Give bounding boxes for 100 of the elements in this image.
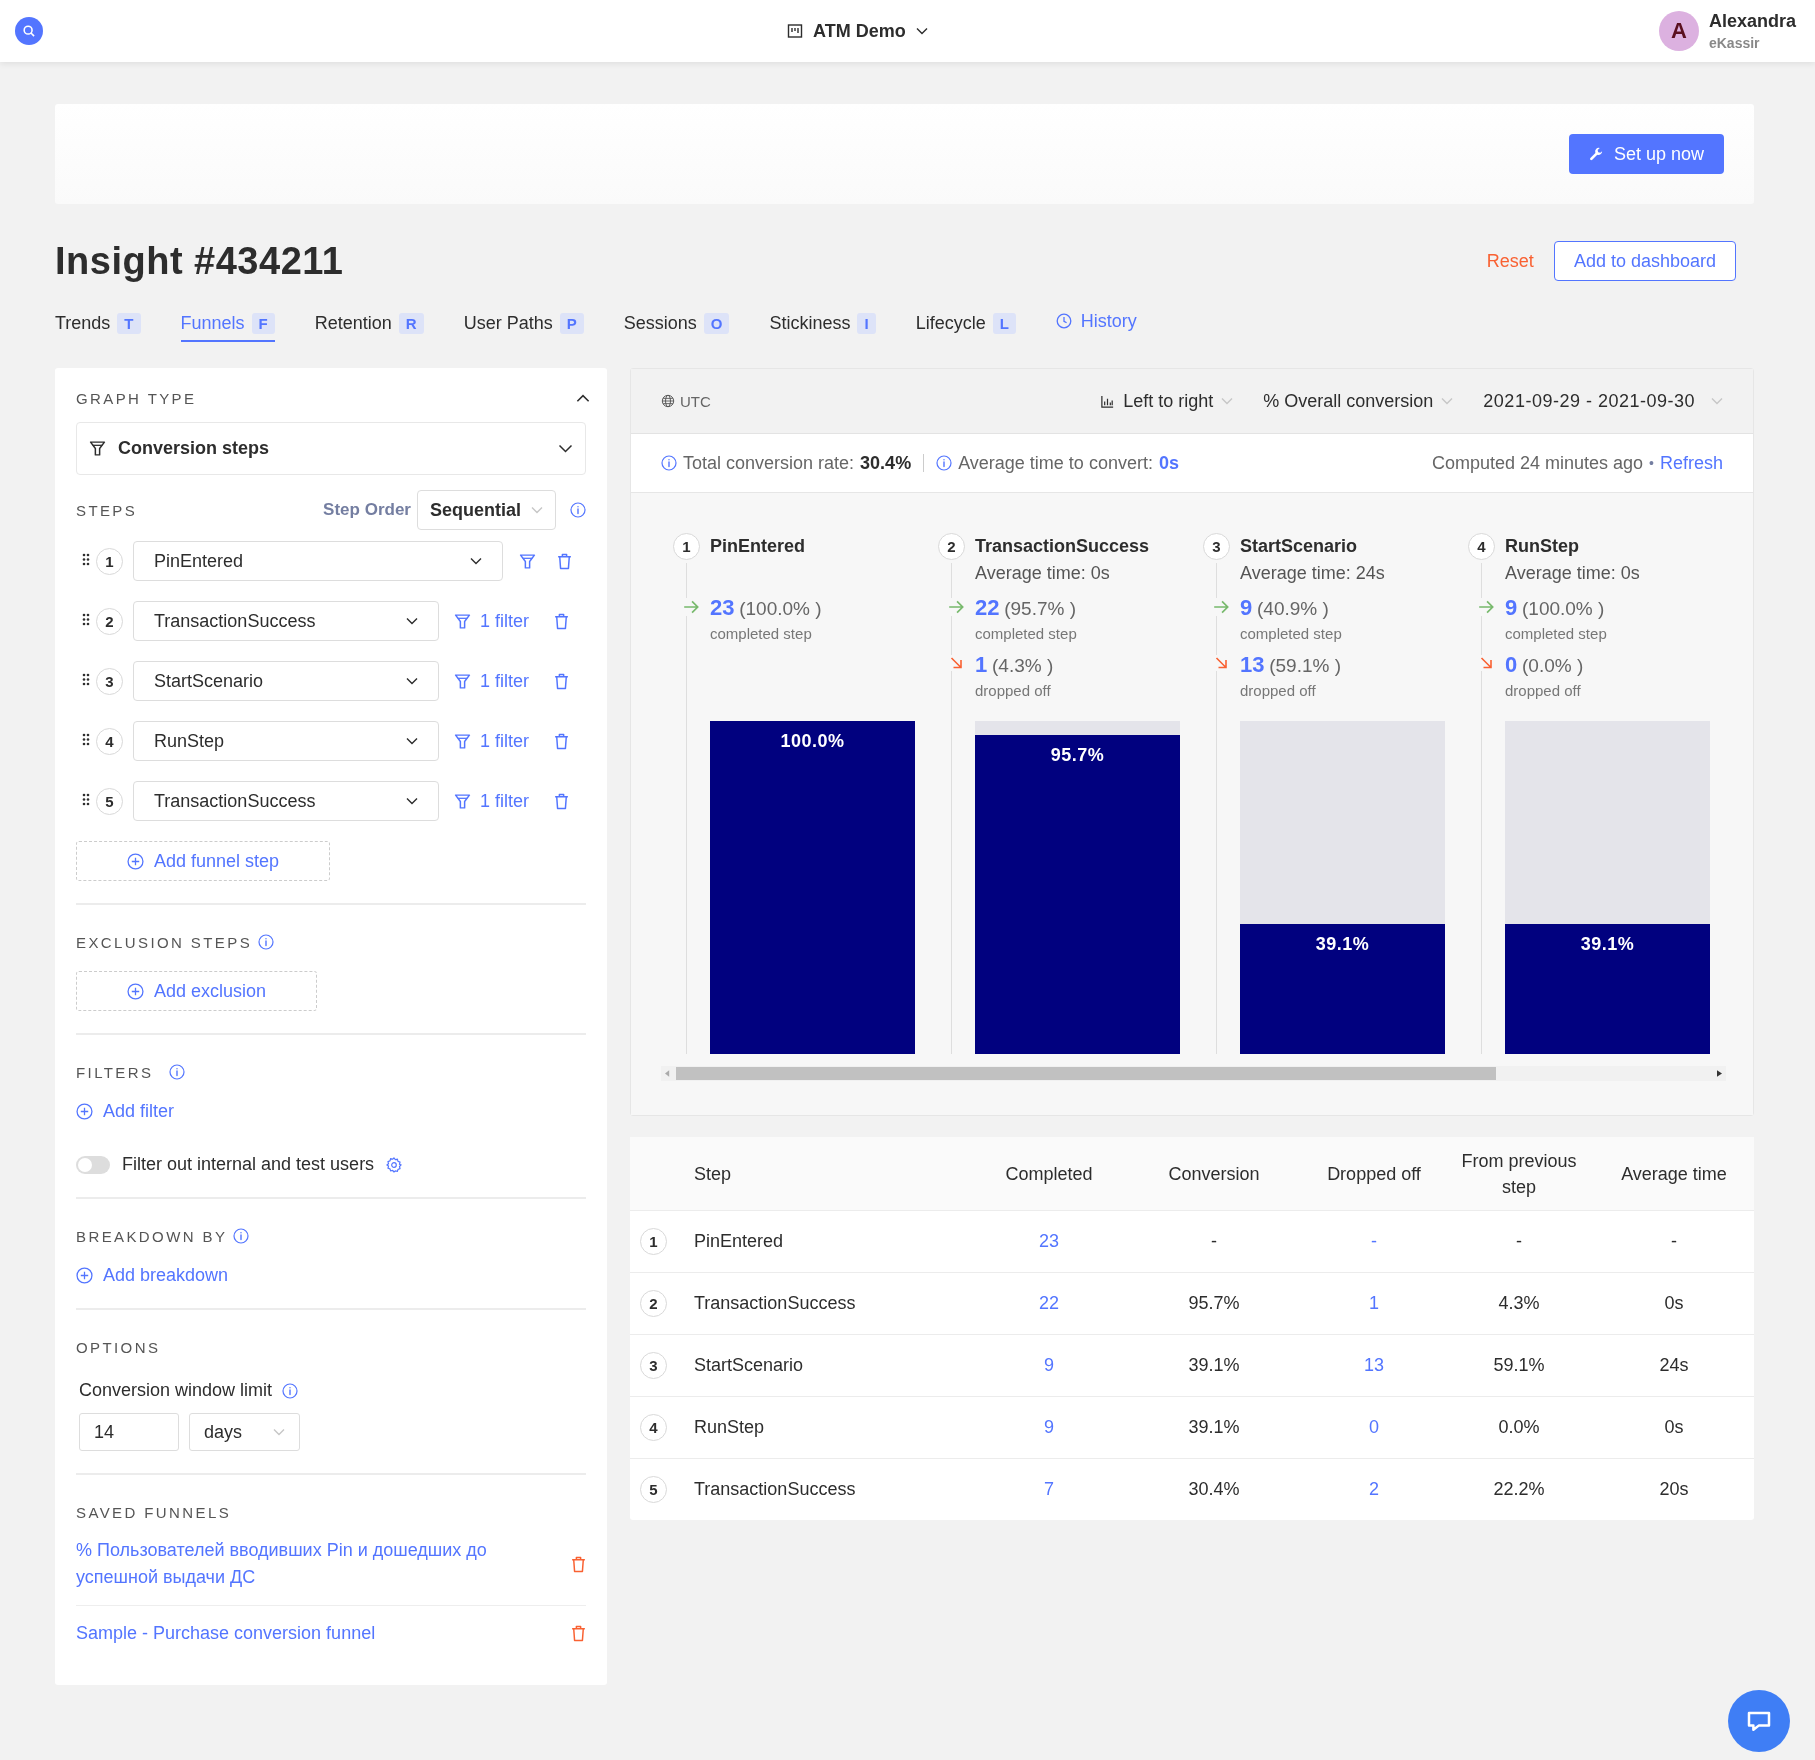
add-filter-link[interactable]: Add filter [76,1101,175,1122]
trash-icon[interactable] [557,552,572,570]
tab[interactable]: Retention R [314,306,424,342]
window-limit-input[interactable]: 14 [79,1413,179,1451]
tab[interactable]: Lifecycle L [915,306,1016,342]
window-unit-select[interactable]: days [189,1413,300,1451]
column-header: From previous step [1460,1149,1578,1199]
toggle-switch[interactable] [76,1155,110,1174]
trash-icon[interactable] [554,672,569,690]
add-exclusion-button[interactable]: Add exclusion [76,971,318,1011]
completed-link[interactable]: 23 [1039,1231,1059,1251]
completed-caption: completed step [1240,625,1342,642]
toggle-label: Filter out internal and test users [122,1154,375,1175]
tab[interactable]: Funnels F [180,306,275,342]
chevron-down-icon [406,617,418,625]
info-icon[interactable] [936,455,953,471]
event-select[interactable]: RunStep [133,721,439,761]
section-heading: OPTIONS [76,1338,161,1356]
set-up-now-button[interactable]: Set up now [1568,134,1724,174]
event-select[interactable]: PinEntered [133,541,503,581]
info-icon[interactable] [661,455,677,471]
funnel-bar: 95.7% [975,735,1180,1054]
filter-button[interactable]: 1 filter [454,610,554,632]
trash-icon[interactable] [554,732,569,750]
table-cell-text: TransactionSuccess [694,1293,857,1314]
shortcut-key: R [398,312,424,334]
step-number: 4 [96,727,123,755]
filter-button[interactable]: 1 filter [454,790,554,812]
dropped-link[interactable]: 13 [1364,1355,1384,1375]
user-avatar[interactable]: A [1658,11,1699,51]
reset-button[interactable]: Reset [1486,250,1534,272]
completed-percent: (100.0% ) [739,598,822,619]
section-heading: BREAKDOWN BY [76,1227,228,1245]
layout-select[interactable]: Left to right [1100,390,1234,412]
plus-circle-icon [127,852,144,870]
tab[interactable]: Trends T [55,306,141,342]
funnel-icon[interactable] [519,552,536,570]
tab[interactable]: Sessions O [623,306,730,342]
funnel-icon [454,672,471,690]
date-range-select[interactable]: 2021-09-29 - 2021-09-30 [1483,390,1723,412]
plus-circle-icon [127,982,144,1000]
event-select[interactable]: StartScenario [133,661,439,701]
table-cell-text: 20s [1658,1479,1690,1500]
history-link[interactable]: History [1055,310,1137,332]
search-button[interactable] [15,17,43,45]
info-icon[interactable] [282,1382,299,1399]
project-name[interactable]: ATM Demo [813,20,906,42]
insight-title: Insight #434211 [55,239,344,283]
info-icon[interactable] [258,934,275,950]
step-number: 3 [96,667,123,695]
filter-button[interactable]: 1 filter [454,670,554,692]
user-name: Alexandra [1708,11,1796,32]
dropped-count: 0 [1505,652,1518,677]
metric-select[interactable]: % Overall conversion [1263,390,1454,412]
info-icon[interactable] [169,1064,186,1080]
saved-funnel-link[interactable]: Sample - Purchase conversion funnel [76,1620,561,1647]
completed-link[interactable]: 22 [1039,1293,1059,1313]
add-breakdown-link[interactable]: Add breakdown [76,1265,229,1286]
event-select[interactable]: TransactionSuccess [133,601,439,641]
chevron-down-icon [558,444,573,453]
filter-button[interactable]: 1 filter [454,730,554,752]
saved-funnel-link[interactable]: % Пользователей вводивших Pin и дошедших до успешной выдачи ДС [76,1537,561,1591]
dropped-link[interactable]: 1 [1369,1293,1379,1313]
completed-count: 23 [710,595,735,620]
funnel-icon [454,792,471,810]
step-name: StartScenario [1240,536,1359,557]
section-heading: FILTERS [76,1063,154,1081]
tab[interactable]: User Paths P [463,306,584,342]
table-cell-text: 30.4% [1187,1479,1241,1500]
dropped-link[interactable]: 0 [1369,1417,1379,1437]
dropped-link[interactable]: 2 [1369,1479,1379,1499]
globe-icon [661,394,675,408]
tab[interactable]: Stickiness I [769,306,876,342]
info-icon[interactable] [233,1228,250,1244]
chevron-down-icon [1441,397,1454,405]
add-funnel-step-button[interactable]: Add funnel step [76,841,331,881]
step-number: 2 [640,1290,667,1317]
trash-icon[interactable] [571,1625,586,1642]
dropped-link[interactable]: - [1371,1231,1377,1251]
settings-icon[interactable] [386,1156,403,1173]
collapse-icon[interactable] [576,393,590,403]
refresh-link[interactable]: Refresh [1659,452,1723,474]
step-number: 2 [96,607,123,635]
completed-link[interactable]: 9 [1044,1417,1054,1437]
add-to-dashboard-button[interactable]: Add to dashboard [1553,241,1736,281]
graph-type-select[interactable]: Conversion steps [76,422,586,475]
horizontal-scrollbar[interactable] [661,1066,1726,1081]
scroll-left-icon[interactable] [665,1070,670,1077]
step-order-select[interactable]: Sequential [416,490,556,530]
info-icon[interactable] [570,502,586,518]
trash-icon[interactable] [554,612,569,630]
event-select[interactable]: TransactionSuccess [133,781,439,821]
scroll-right-icon[interactable] [1717,1070,1722,1077]
trash-icon[interactable] [554,792,569,810]
completed-link[interactable]: 7 [1044,1479,1054,1499]
completed-link[interactable]: 9 [1044,1355,1054,1375]
completed-percent: (95.7% ) [1004,598,1077,619]
trash-icon[interactable] [571,1555,586,1573]
average-time-value: 0s [1158,452,1179,474]
funnel-bar: 39.1% [1505,923,1710,1054]
